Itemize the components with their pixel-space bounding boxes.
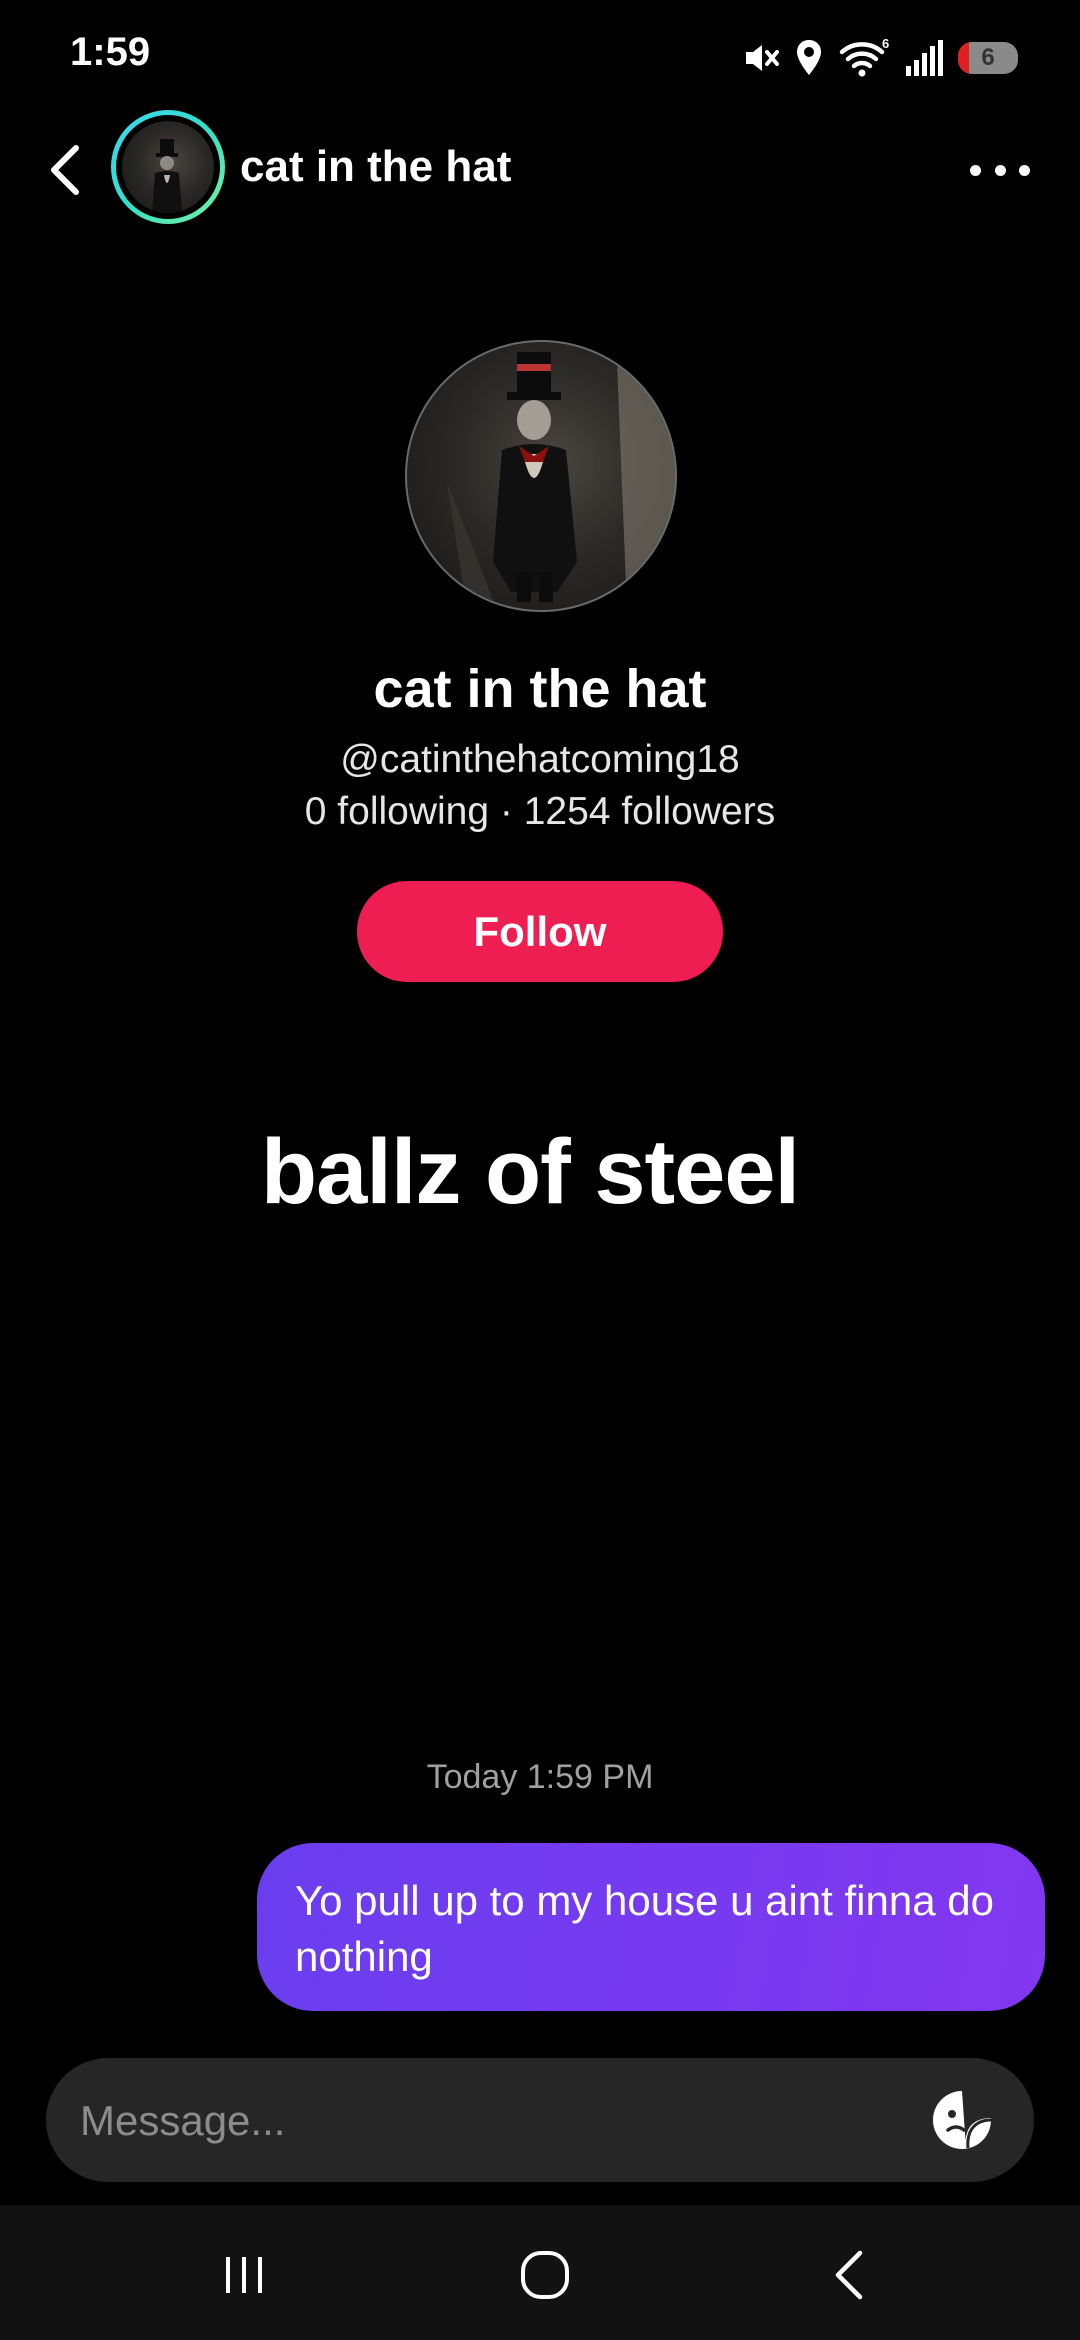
location-icon	[797, 40, 821, 75]
profile-display-name: cat in the hat	[373, 659, 707, 719]
back-arrow-icon[interactable]	[40, 140, 90, 200]
message-composer	[46, 2058, 1034, 2184]
profile-handle: @catinthehatcoming18	[340, 738, 740, 781]
mute-icon	[746, 45, 779, 71]
avatar-image	[122, 121, 214, 213]
sent-message-bubble[interactable]: Yo pull up to my house u aint finna do n…	[257, 1843, 1045, 2011]
recent-apps-icon[interactable]	[214, 2245, 274, 2305]
status-time: 1:59	[70, 30, 151, 74]
more-options-icon[interactable]	[970, 150, 1030, 190]
status-bar: 1:59 6 6	[0, 0, 1080, 120]
profile-stats: 0 following · 1254 followers	[304, 790, 776, 833]
status-icons: 6 6	[740, 36, 1018, 80]
system-back-icon[interactable]	[820, 2245, 880, 2305]
message-input[interactable]	[78, 2058, 942, 2184]
header-username[interactable]: cat in the hat	[240, 142, 511, 192]
profile-bio: ballz of steel	[260, 1121, 800, 1223]
message-timestamp: Today 1:59 PM	[426, 1758, 654, 1796]
home-icon[interactable]	[515, 2245, 575, 2305]
wifi-icon: 6	[839, 38, 889, 77]
sticker-icon[interactable]	[930, 2088, 994, 2152]
signal-icon	[906, 40, 943, 76]
chat-header: cat in the hat	[0, 110, 1080, 230]
battery-icon: 6	[958, 42, 1018, 74]
svg-text:6: 6	[882, 38, 889, 51]
system-nav-bar	[0, 2205, 1080, 2340]
battery-level-fill	[958, 42, 969, 74]
header-avatar[interactable]	[111, 110, 225, 224]
battery-level: 6	[981, 44, 995, 71]
follow-button[interactable]: Follow	[357, 881, 723, 982]
profile-avatar[interactable]	[405, 340, 677, 612]
